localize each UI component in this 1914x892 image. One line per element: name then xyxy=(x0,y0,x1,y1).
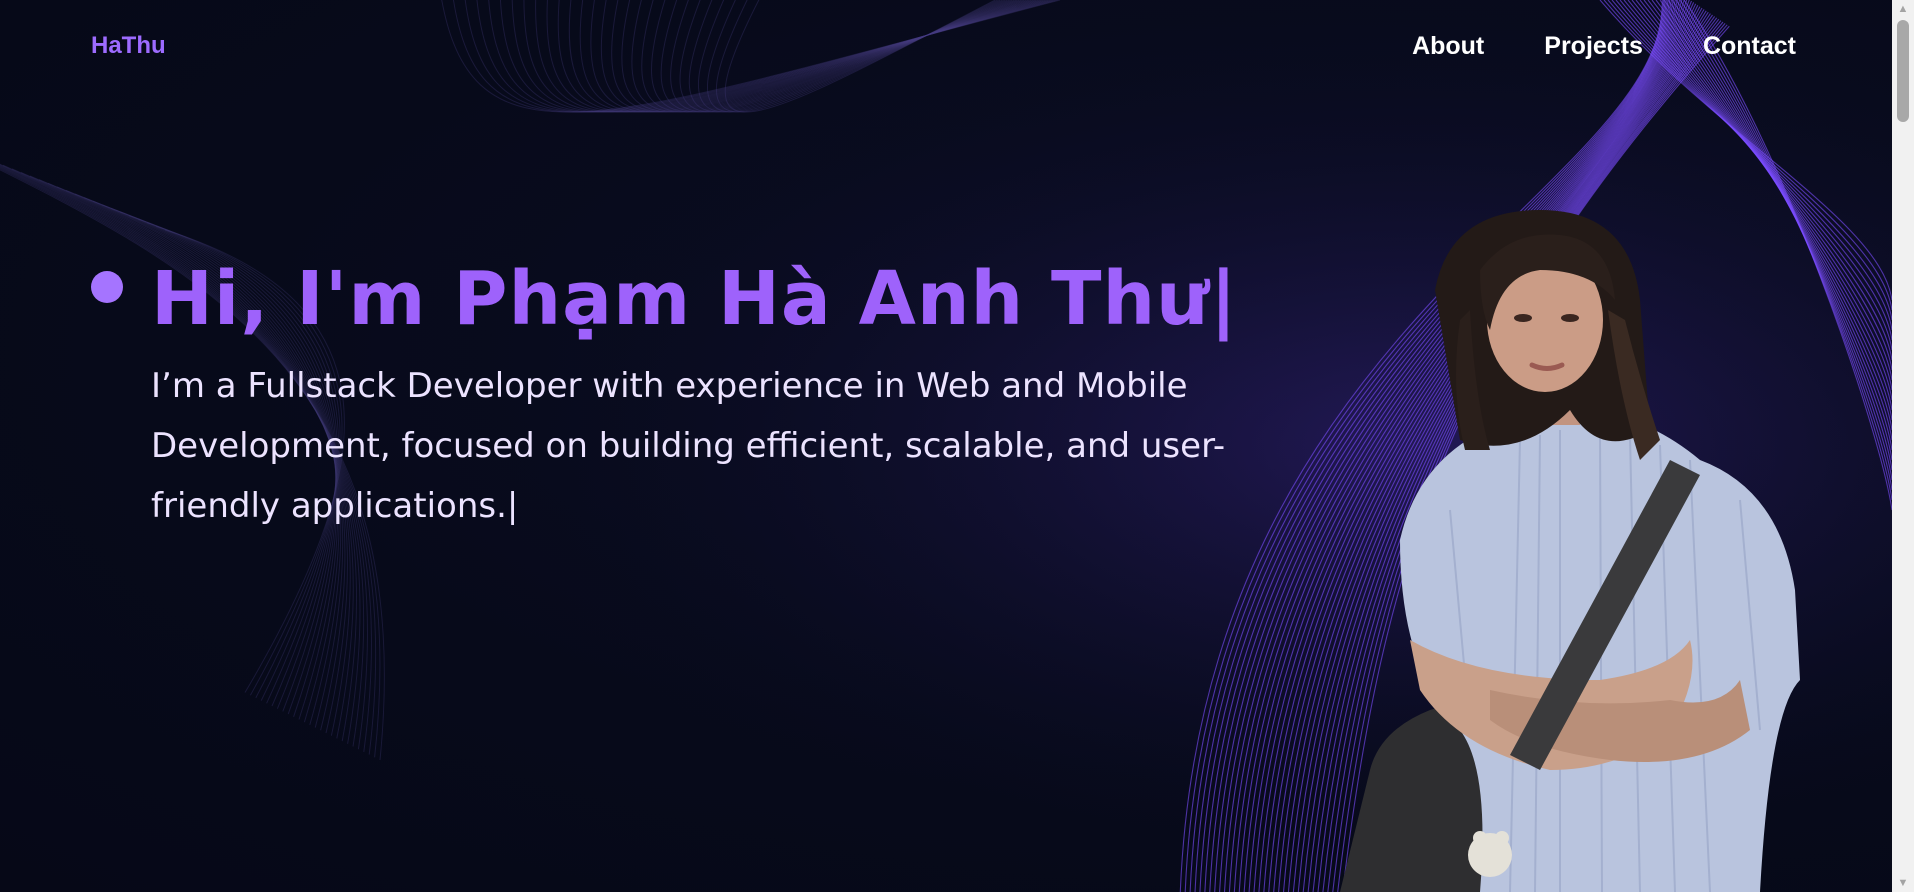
site-logo[interactable]: HaThu xyxy=(91,32,166,60)
main-nav: About Projects Contact xyxy=(1412,32,1796,61)
scroll-up-icon[interactable]: ▲ xyxy=(1892,0,1914,18)
scroll-down-icon[interactable]: ▼ xyxy=(1892,874,1914,892)
hero-title: Hi, I'm Phạm Hà Anh Thư| xyxy=(151,256,1238,342)
scrollbar-thumb[interactable] xyxy=(1897,20,1909,122)
vertical-scrollbar[interactable]: ▲ ▼ xyxy=(1892,0,1914,892)
nav-link-about[interactable]: About xyxy=(1412,32,1484,61)
hero-bullet-dot xyxy=(91,271,123,303)
hero-description: I’m a Fullstack Developer with experienc… xyxy=(151,366,1226,526)
nav-link-projects[interactable]: Projects xyxy=(1544,32,1643,61)
profile-photo xyxy=(1340,210,1800,892)
portfolio-page: HaThu About Projects Contact Hi, I'm Phạ… xyxy=(0,0,1914,892)
nav-link-contact[interactable]: Contact xyxy=(1703,32,1796,61)
